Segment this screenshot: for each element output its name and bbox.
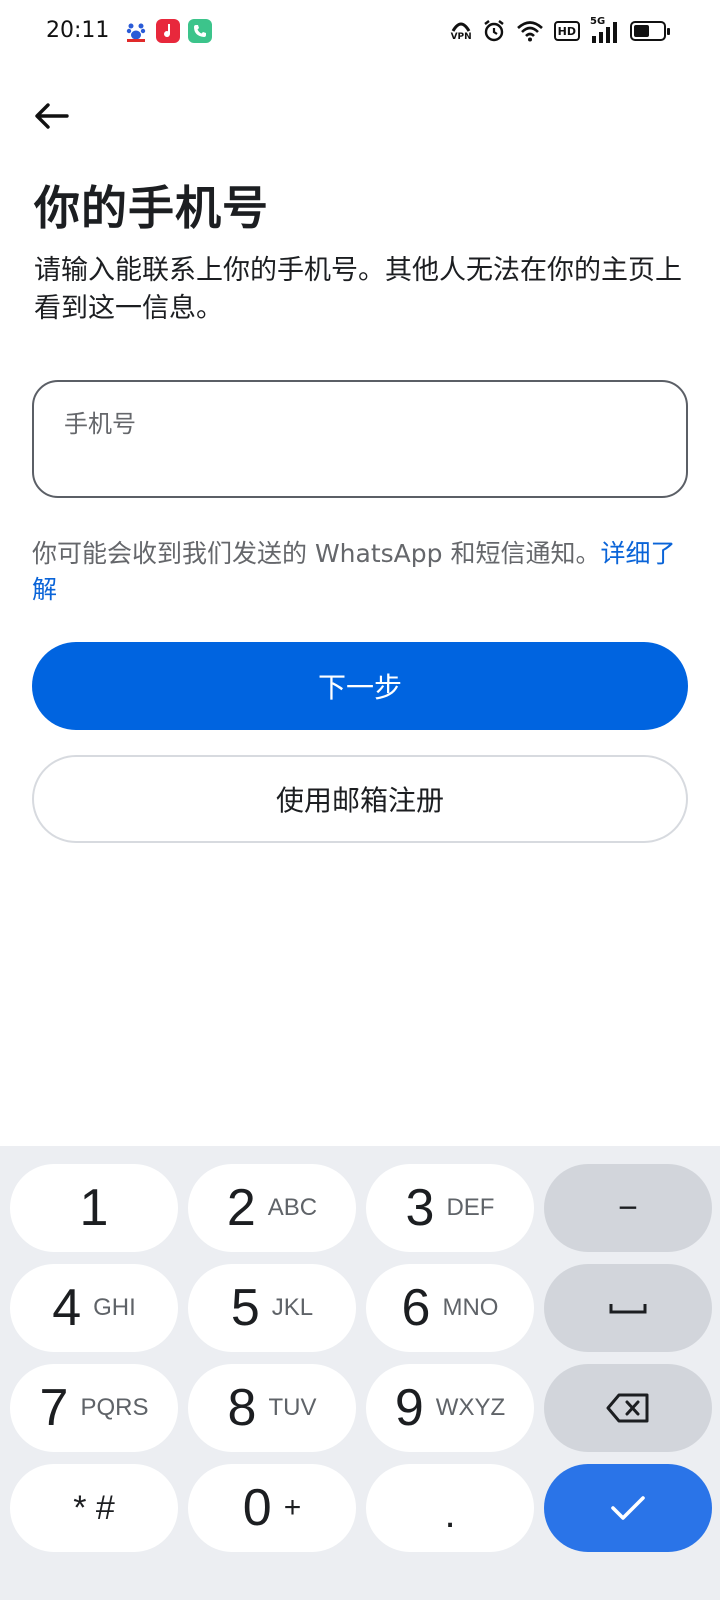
5g-signal-icon: 5G <box>590 16 620 44</box>
key-confirm[interactable] <box>544 1464 712 1552</box>
next-button[interactable]: 下一步 <box>32 642 688 730</box>
key-star-hash[interactable]: * # <box>10 1464 178 1552</box>
phone-icon <box>188 19 212 43</box>
hd-icon: HD <box>553 21 580 41</box>
key-6[interactable]: 6 MNO <box>366 1264 534 1352</box>
battery-level <box>634 25 650 37</box>
key-9[interactable]: 9 WXYZ <box>366 1364 534 1452</box>
key-5[interactable]: 5 JKL <box>188 1264 356 1352</box>
phone-field[interactable] <box>32 380 688 498</box>
wifi-icon <box>516 18 544 44</box>
music-icon <box>156 19 180 43</box>
key-dot[interactable]: . <box>366 1464 534 1552</box>
key-backspace[interactable] <box>544 1364 712 1452</box>
key-space[interactable] <box>544 1264 712 1352</box>
baidu-icon <box>124 19 148 43</box>
status-time: 20:11 <box>46 18 110 43</box>
key-3[interactable]: 3 DEF <box>366 1164 534 1252</box>
notice-text: 你可能会收到我们发送的 WhatsApp 和短信通知。 <box>32 539 601 568</box>
notification-icons <box>124 19 212 43</box>
status-bar: 20:11 VPN HD 5G <box>0 0 720 64</box>
battery-icon <box>630 21 670 41</box>
page-title: 你的手机号 <box>34 181 269 235</box>
arrow-left-icon <box>35 103 69 129</box>
alarm-icon <box>482 18 506 44</box>
key-8[interactable]: 8 TUV <box>188 1364 356 1452</box>
notice: 你可能会收到我们发送的 WhatsApp 和短信通知。详细了解 <box>32 536 692 608</box>
key-7[interactable]: 7 PQRS <box>10 1364 178 1452</box>
email-signup-button[interactable]: 使用邮箱注册 <box>32 755 688 843</box>
space-icon <box>609 1304 647 1314</box>
back-button[interactable] <box>28 92 76 140</box>
phone-input[interactable] <box>64 404 654 444</box>
key-minus[interactable]: − <box>544 1164 712 1252</box>
key-0[interactable]: 0 + <box>188 1464 356 1552</box>
check-icon <box>611 1496 645 1520</box>
backspace-icon <box>606 1393 649 1423</box>
key-2[interactable]: 2 ABC <box>188 1164 356 1252</box>
key-1[interactable]: 1 <box>10 1164 178 1252</box>
system-icons: VPN HD 5G <box>451 16 670 44</box>
key-4[interactable]: 4 GHI <box>10 1264 178 1352</box>
page-description: 请输入能联系上你的手机号。其他人无法在你的主页上看到这一信息。 <box>34 255 682 324</box>
vpn-icon: VPN <box>451 18 472 44</box>
numeric-keyboard: 1 2 ABC 3 DEF − 4 GHI 5 JKL 6 MNO 7 PQRS 8 TUV … <box>0 1146 720 1600</box>
